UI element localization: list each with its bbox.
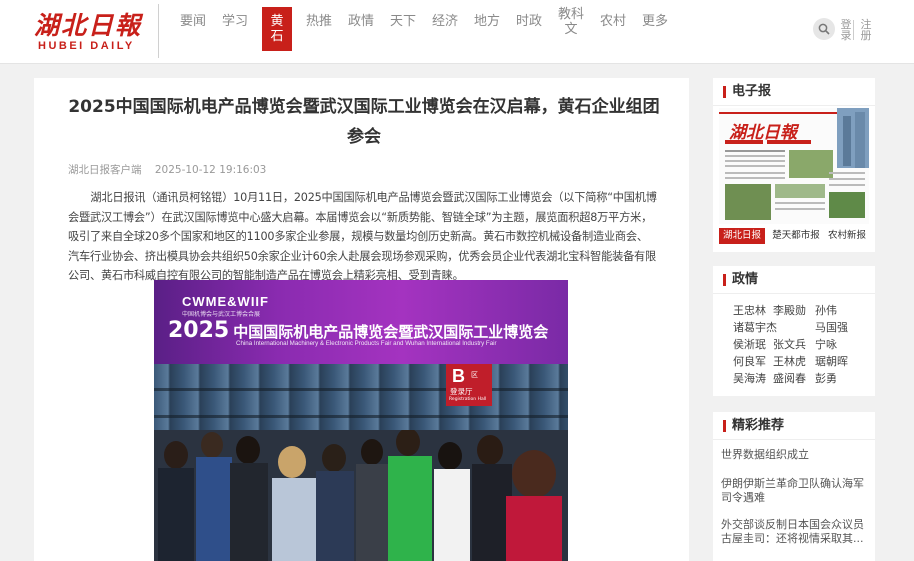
photo-brand-sub: 中国机博会与武汉工博会合展: [182, 311, 261, 318]
epaper-masthead: 湖北日報: [729, 123, 797, 143]
search-icon: [818, 23, 830, 35]
politics-name[interactable]: 张文兵: [773, 338, 806, 352]
nav-item-tianxia[interactable]: 天下: [388, 7, 418, 51]
recommend-heading: 精彩推荐: [723, 418, 784, 434]
politics-box: 政情 王忠林 李殿勋 孙伟 诸葛宇杰 马国强 侯淅珉 张文兵 宁咏 何良军 王林…: [713, 266, 875, 396]
article-body: 湖北日报讯（通讯员柯铭锟）10月11日，2025中国国际机电产品博览会暨武汉国际…: [68, 191, 657, 282]
nav-item-xuexi[interactable]: 学习: [220, 7, 250, 51]
epaper-tab-chutian[interactable]: 楚天都市报: [769, 228, 823, 244]
article-meta: 湖北日报客户端 2025-10-12 19:16:03: [68, 162, 266, 177]
photo-year: 2025: [168, 318, 230, 343]
politics-name[interactable]: 彭勇: [815, 372, 837, 386]
auth-divider: [853, 20, 854, 40]
article-date: 2025-10-12 19:16:03: [154, 164, 267, 176]
politics-name[interactable]: 琚朝晖: [815, 355, 848, 369]
recommend-rule: [713, 439, 875, 440]
search-button[interactable]: [813, 18, 835, 40]
recommend-item[interactable]: 伊朗伊斯兰革命卫队确认海军司令遇难: [721, 477, 869, 505]
politics-name[interactable]: 李殿勋: [773, 304, 806, 318]
epaper-tabs: 湖北日报 楚天都市报 农村新报: [719, 228, 869, 244]
politics-name[interactable]: 孙伟: [815, 304, 837, 318]
politics-name[interactable]: 王忠林: [733, 304, 766, 318]
politics-name[interactable]: 盛阅春: [773, 372, 806, 386]
photo-sign-en: Registration Hall: [449, 397, 487, 402]
nav-item-jingji[interactable]: 经济: [430, 7, 460, 51]
photo-sign-letter: B: [452, 366, 465, 386]
photo-brand: CWME&WIIF: [182, 294, 269, 309]
nav-item-yaowen[interactable]: 要闻: [178, 7, 208, 51]
photo-crowd: [154, 430, 568, 561]
logo-chinese: 湖北日報: [34, 11, 143, 40]
recommend-item[interactable]: 世界数据组织成立: [721, 448, 869, 462]
recommend-box: 精彩推荐 世界数据组织成立 伊朗伊斯兰革命卫队确认海军司令遇难 外交部谈反制日本…: [713, 412, 875, 561]
logo-english: HUBEI DAILY: [38, 40, 135, 52]
politics-name[interactable]: 王林虎: [773, 355, 806, 369]
epaper-heading: 电子报: [723, 84, 771, 100]
login-link[interactable]: 登录: [840, 19, 852, 41]
article-card: 2025中国国际机电产品博览会暨武汉国际工业博览会在汉启幕，黄石企业组团参会 湖…: [34, 78, 689, 561]
article-source: 湖北日报客户端: [68, 164, 142, 176]
nav-item-retui[interactable]: 热推: [304, 7, 334, 51]
recommend-item[interactable]: 外交部谈反制日本国会众议员古屋圭司：还将视情采取其...: [721, 518, 869, 546]
nav-item-shizheng[interactable]: 时政: [514, 7, 544, 51]
photo-title-en: China International Machinery & Electron…: [236, 340, 497, 347]
politics-name[interactable]: 宁咏: [815, 338, 837, 352]
politics-name[interactable]: 吴海涛: [733, 372, 766, 386]
politics-name[interactable]: 何良军: [733, 355, 766, 369]
politics-name[interactable]: 诸葛宇杰: [733, 321, 777, 335]
photo-title-cn: 中国国际机电产品博览会暨武汉国际工业博览会: [233, 323, 549, 341]
epaper-thumbnail[interactable]: 湖北日報: [719, 108, 869, 224]
site-logo[interactable]: 湖北日報 HUBEI DAILY: [30, 6, 155, 56]
nav-item-jiaokewen[interactable]: 教科文: [556, 7, 586, 51]
nav-item-gengduo[interactable]: 更多: [640, 7, 670, 51]
nav-item-huangshi[interactable]: 黄石: [262, 7, 292, 51]
photo-hall-sign: B 区 登录厅 Registration Hall: [446, 364, 492, 406]
nav-item-nongcun[interactable]: 农村: [598, 7, 628, 51]
header-divider: [158, 4, 159, 58]
epaper-tab-hubei-daily[interactable]: 湖北日报: [719, 228, 765, 244]
politics-name[interactable]: 马国强: [815, 321, 848, 335]
epaper-box: 电子报 湖北日報 湖北日报 楚天都市报 农村新报: [713, 78, 875, 252]
photo-sign-hall: 登录厅: [450, 387, 473, 396]
article-photo: CWME&WIIF 中国机博会与武汉工博会合展 2025 中国国际机电产品博览会暨…: [154, 280, 568, 561]
photo-sign-qu: 区: [471, 371, 478, 379]
nav-item-zhengqing[interactable]: 政情: [346, 7, 376, 51]
politics-heading: 政情: [723, 272, 758, 288]
epaper-rule: [713, 105, 875, 106]
nav-item-difang[interactable]: 地方: [472, 7, 502, 51]
epaper-tab-nongcun[interactable]: 农村新报: [825, 228, 869, 244]
register-link[interactable]: 注册: [860, 19, 872, 41]
politics-name[interactable]: 侯淅珉: [733, 338, 766, 352]
politics-rule: [713, 293, 875, 294]
article-title: 2025中国国际机电产品博览会暨武汉国际工业博览会在汉启幕，黄石企业组团参会: [68, 97, 660, 147]
site-header: 湖北日報 HUBEI DAILY 要闻 学习 黄石 热推 政情 天下 经济 地方…: [0, 0, 914, 64]
